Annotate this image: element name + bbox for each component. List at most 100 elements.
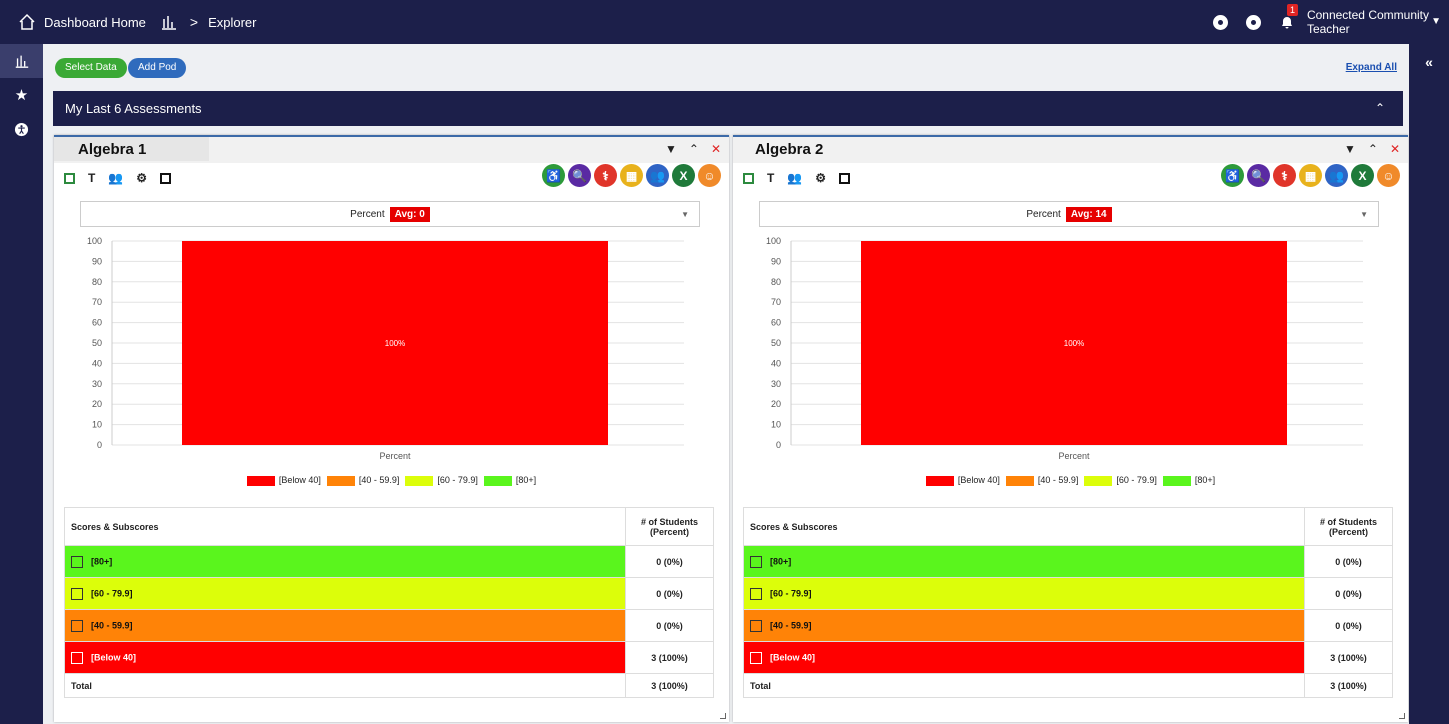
table-icon[interactable]: ▦ bbox=[1299, 164, 1322, 187]
y-tick-label: 0 bbox=[776, 440, 781, 450]
legend-item[interactable]: [Below 40] bbox=[246, 475, 321, 486]
legend-label: [80+] bbox=[515, 475, 537, 485]
image-icon[interactable] bbox=[743, 172, 754, 184]
collapse-pod-icon[interactable]: ⌃ bbox=[1368, 142, 1378, 156]
person-icon[interactable]: ☺ bbox=[1377, 164, 1400, 187]
group-icon[interactable]: 👥 bbox=[646, 164, 669, 187]
score-band-cell: [Below 40] bbox=[64, 641, 626, 674]
add-pod-button[interactable]: Add Pod bbox=[128, 58, 187, 78]
legend-item[interactable]: [40 - 59.9] bbox=[1005, 475, 1078, 486]
settings-icon[interactable]: ⚙ bbox=[136, 171, 147, 185]
stethoscope-icon[interactable]: ⚕ bbox=[1273, 164, 1296, 187]
sidebar-item-explorer[interactable] bbox=[0, 44, 43, 78]
accessibility-icon[interactable]: ♿ bbox=[1221, 164, 1244, 187]
dropdown-caret-icon: ▼ bbox=[1360, 210, 1368, 219]
legend-swatch bbox=[326, 475, 355, 486]
score-band-label: [60 - 79.9] bbox=[770, 587, 812, 598]
image-icon[interactable] bbox=[64, 172, 75, 184]
col-header-students: # of Students (Percent) bbox=[625, 507, 714, 546]
score-band-cell: [60 - 79.9] bbox=[743, 577, 1305, 610]
search-icon[interactable]: 🔍 bbox=[1247, 164, 1270, 187]
legend-item[interactable]: [60 - 79.9] bbox=[405, 475, 478, 486]
score-band-label: [80+] bbox=[91, 555, 113, 566]
y-tick-label: 80 bbox=[92, 277, 102, 287]
user-name: Connected Community bbox=[1306, 8, 1429, 22]
row-checkbox[interactable] bbox=[71, 651, 83, 664]
sidebar-item-accessibility[interactable] bbox=[0, 112, 43, 146]
student-count-cell: 0 (0%) bbox=[625, 545, 714, 578]
pod-controls: ▼ ⌃ ✕ bbox=[665, 142, 721, 156]
excel-icon[interactable]: X bbox=[1351, 164, 1374, 187]
chart-legend: [Below 40] [40 - 59.9] [60 - 79.9] [80+] bbox=[733, 475, 1408, 486]
collapse-section-icon[interactable]: ⌃ bbox=[1375, 101, 1385, 115]
collapse-pod-icon[interactable]: ⌃ bbox=[689, 142, 699, 156]
section-header[interactable]: My Last 6 Assessments ⌃ bbox=[53, 91, 1403, 126]
legend-label: [40 - 59.9] bbox=[358, 475, 400, 485]
select-data-button[interactable]: Select Data bbox=[55, 58, 127, 78]
text-icon[interactable]: T bbox=[767, 171, 774, 185]
resize-handle[interactable] bbox=[720, 713, 726, 719]
excel-icon[interactable]: X bbox=[672, 164, 695, 187]
download-icon[interactable] bbox=[1212, 14, 1228, 30]
score-band-label: [40 - 59.9] bbox=[91, 619, 133, 630]
pod-toolbar: T 👥 ⚙ bbox=[64, 167, 172, 189]
search-icon[interactable]: 🔍 bbox=[568, 164, 591, 187]
legend-item[interactable]: [40 - 59.9] bbox=[326, 475, 400, 486]
breadcrumb-explorer: Explorer bbox=[208, 14, 257, 30]
users-icon[interactable]: 👥 bbox=[787, 171, 802, 185]
caret-down-icon[interactable]: ▼ bbox=[1431, 16, 1441, 27]
table-row: [40 - 59.9] 0 (0%) bbox=[64, 609, 714, 642]
expand-all-link[interactable]: Expand All bbox=[1346, 62, 1397, 73]
bar-chart-icon[interactable] bbox=[160, 13, 178, 31]
bar-data-label: 100% bbox=[1064, 339, 1084, 348]
legend-label: [80+] bbox=[1194, 475, 1216, 485]
legend-label: [60 - 79.9] bbox=[437, 475, 478, 485]
breadcrumb-dashboard-home[interactable]: Dashboard Home bbox=[44, 15, 146, 30]
row-checkbox[interactable] bbox=[750, 587, 762, 600]
person-icon[interactable]: ☺ bbox=[698, 164, 721, 187]
fullscreen-icon[interactable] bbox=[160, 172, 172, 184]
scores-table: Scores & Subscores # of Students (Percent)… bbox=[64, 507, 714, 698]
close-pod-icon[interactable]: ✕ bbox=[1390, 142, 1400, 156]
x-axis-label: Percent bbox=[379, 451, 411, 461]
dropdown-label: Percent bbox=[350, 208, 385, 220]
legend-item[interactable]: [Below 40] bbox=[925, 475, 1000, 486]
fullscreen-icon[interactable] bbox=[839, 172, 851, 184]
settings-icon[interactable]: ⚙ bbox=[815, 171, 826, 185]
metric-dropdown[interactable]: Percent Avg: 14 ▼ bbox=[759, 201, 1379, 227]
collapse-panel-icon[interactable]: « bbox=[1409, 54, 1449, 70]
row-checkbox[interactable] bbox=[71, 619, 83, 632]
student-count-cell: 3 (100%) bbox=[1304, 641, 1393, 674]
metric-dropdown[interactable]: Percent Avg: 0 ▼ bbox=[80, 201, 700, 227]
student-count-cell: 3 (100%) bbox=[625, 641, 714, 674]
legend-item[interactable]: [60 - 79.9] bbox=[1084, 475, 1157, 486]
users-icon[interactable]: 👥 bbox=[108, 171, 123, 185]
stethoscope-icon[interactable]: ⚕ bbox=[594, 164, 617, 187]
table-total-row: Total 3 (100%) bbox=[64, 673, 714, 698]
close-pod-icon[interactable]: ✕ bbox=[711, 142, 721, 156]
filter-icon[interactable]: ▼ bbox=[665, 142, 677, 156]
sidebar-item-favorites[interactable]: ★ bbox=[0, 78, 43, 112]
location-icon[interactable] bbox=[1245, 14, 1261, 30]
accessibility-icon[interactable]: ♿ bbox=[542, 164, 565, 187]
legend-item[interactable]: [80+] bbox=[1162, 475, 1216, 486]
legend-label: [60 - 79.9] bbox=[1116, 475, 1157, 485]
row-checkbox[interactable] bbox=[750, 651, 762, 664]
legend-swatch bbox=[925, 475, 954, 486]
row-checkbox[interactable] bbox=[71, 555, 83, 568]
filter-icon[interactable]: ▼ bbox=[1344, 142, 1356, 156]
text-icon[interactable]: T bbox=[88, 171, 95, 185]
legend-item[interactable]: [80+] bbox=[483, 475, 537, 486]
group-icon[interactable]: 👥 bbox=[1325, 164, 1348, 187]
row-checkbox[interactable] bbox=[71, 587, 83, 600]
student-count-cell: 0 (0%) bbox=[1304, 609, 1393, 642]
home-icon[interactable] bbox=[18, 13, 36, 31]
legend-swatch bbox=[483, 475, 512, 486]
resize-handle[interactable] bbox=[1399, 713, 1405, 719]
legend-label: [Below 40] bbox=[957, 475, 1000, 485]
row-checkbox[interactable] bbox=[750, 619, 762, 632]
bell-icon[interactable]: 1 bbox=[1279, 4, 1298, 30]
user-menu[interactable]: Connected Community Teacher bbox=[1307, 8, 1429, 36]
table-icon[interactable]: ▦ bbox=[620, 164, 643, 187]
row-checkbox[interactable] bbox=[750, 555, 762, 568]
